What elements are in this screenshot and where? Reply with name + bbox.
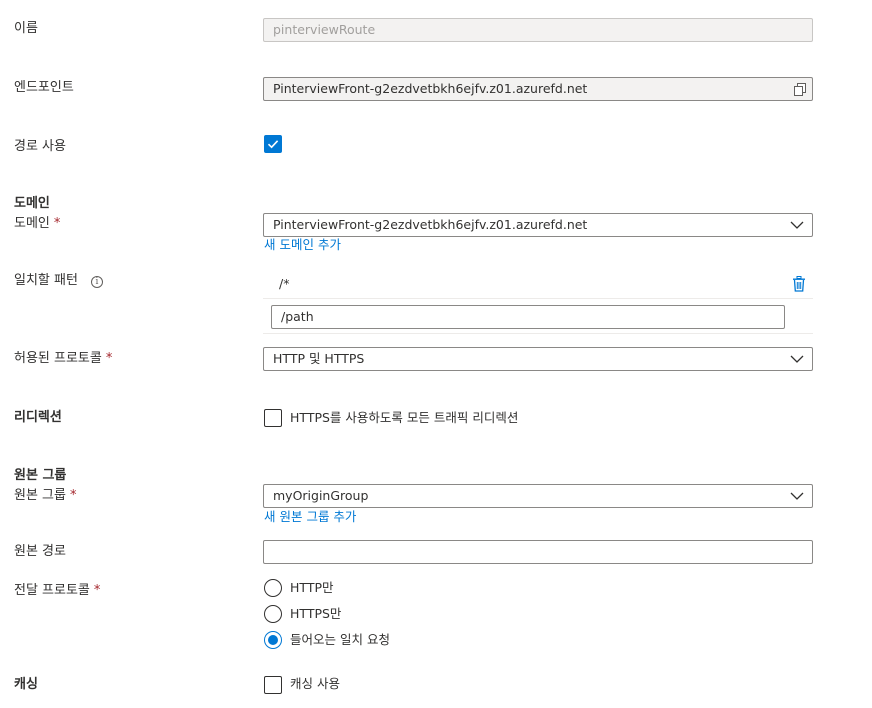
required-mark: * — [53, 216, 61, 231]
radio-http-only[interactable] — [264, 579, 282, 597]
origin-path-input[interactable] — [263, 540, 813, 564]
checkmark-icon — [267, 140, 279, 149]
domains-dropdown[interactable]: PinterviewFront-g2ezdvetbkh6ejfv.z01.azu… — [263, 213, 813, 237]
add-origin-group-link[interactable]: 새 원본 그룹 추가 — [264, 509, 356, 525]
divider — [263, 298, 813, 299]
endpoint-value: PinterviewFront-g2ezdvetbkh6ejfv.z01.azu… — [273, 81, 588, 96]
redirect-checkbox-label: HTTPS를 사용하도록 모든 트래픽 리디렉션 — [290, 410, 519, 425]
required-mark: * — [69, 488, 77, 503]
caching-section-title: 캐싱 — [14, 677, 38, 692]
enable-route-label: 경로 사용 — [14, 139, 66, 154]
protocols-label: 허용된 프로토콜 * — [14, 351, 113, 366]
enable-route-checkbox[interactable] — [264, 135, 282, 153]
pattern-item: /* — [279, 276, 290, 291]
name-label: 이름 — [14, 21, 38, 36]
origin-group-label: 원본 그룹 * — [14, 488, 77, 503]
endpoint-field: PinterviewFront-g2ezdvetbkh6ejfv.z01.azu… — [263, 77, 813, 101]
origin-group-section-title: 원본 그룹 — [14, 468, 67, 483]
domains-section-title: 도메인 — [14, 196, 50, 211]
radio-match-incoming[interactable] — [264, 631, 282, 649]
forwarding-protocol-label: 전달 프로토콜 * — [14, 583, 101, 598]
radio-match-incoming-label: 들어오는 일치 요청 — [290, 632, 390, 647]
endpoint-label: 엔드포인트 — [14, 80, 74, 95]
redirect-checkbox[interactable] — [264, 409, 282, 427]
caching-checkbox[interactable] — [264, 676, 282, 694]
radio-https-only[interactable] — [264, 605, 282, 623]
caching-checkbox-label: 캐싱 사용 — [290, 676, 340, 691]
delete-icon[interactable] — [792, 276, 806, 292]
info-icon[interactable]: i — [91, 276, 103, 288]
radio-https-only-label: HTTPS만 — [290, 606, 342, 621]
add-domain-link[interactable]: 새 도메인 추가 — [264, 237, 341, 253]
origin-group-dropdown[interactable]: myOriginGroup — [263, 484, 813, 508]
protocols-dropdown[interactable]: HTTP 및 HTTPS — [263, 347, 813, 371]
divider — [263, 333, 813, 334]
origin-path-label: 원본 경로 — [14, 544, 66, 559]
redirect-section-title: 리디렉션 — [14, 410, 62, 425]
chevron-down-icon — [790, 355, 804, 363]
domains-dropdown-value: PinterviewFront-g2ezdvetbkh6ejfv.z01.azu… — [273, 217, 588, 232]
chevron-down-icon — [790, 221, 804, 229]
patterns-label: 일치할 패턴 — [14, 273, 78, 288]
required-mark: * — [93, 583, 101, 598]
chevron-down-icon — [790, 492, 804, 500]
domains-label: 도메인 * — [14, 216, 61, 231]
required-mark: * — [105, 351, 113, 366]
name-input[interactable]: pinterviewRoute — [263, 18, 813, 42]
copy-icon[interactable] — [794, 83, 806, 96]
radio-http-only-label: HTTP만 — [290, 580, 334, 595]
protocols-dropdown-value: HTTP 및 HTTPS — [273, 351, 365, 366]
origin-group-dropdown-value: myOriginGroup — [273, 488, 369, 503]
pattern-input[interactable]: /path — [271, 305, 785, 329]
